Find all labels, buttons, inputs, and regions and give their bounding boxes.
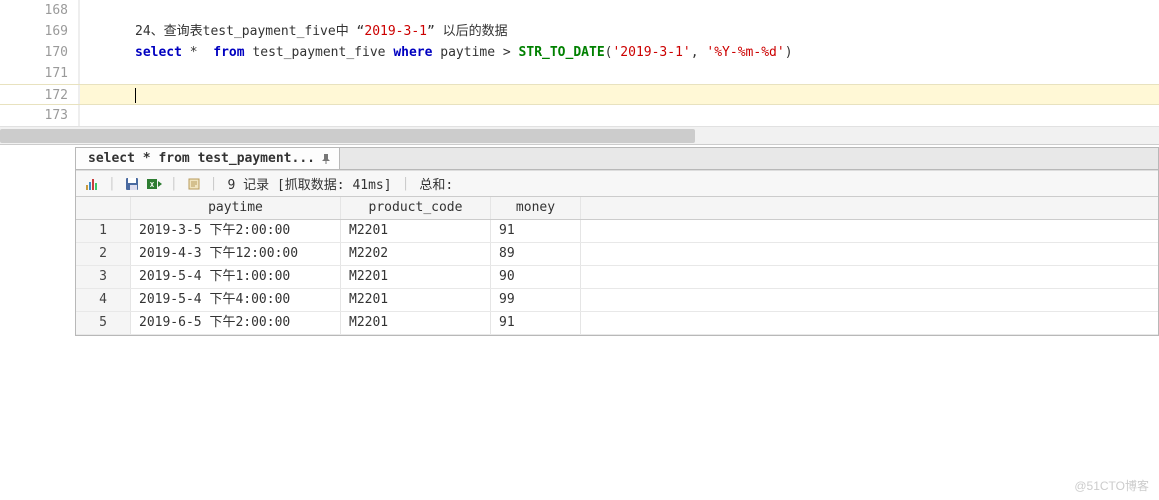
header-money[interactable]: money: [491, 197, 581, 219]
status-text: 9 记录 [抓取数据: 41ms]: [223, 174, 395, 193]
line-number: 170: [0, 42, 80, 63]
code-line-169[interactable]: 169 24、查询表test_payment_five中 “2019-3-1” …: [0, 21, 1159, 42]
cell-product: M2201: [341, 289, 491, 311]
table-row[interactable]: 4 2019-5-4 下午4:00:00 M2201 99: [76, 289, 1158, 312]
tab-label: select * from test_payment...: [88, 151, 315, 166]
code-text: [85, 63, 135, 84]
line-number: 171: [0, 63, 80, 84]
cell-product: M2201: [341, 220, 491, 242]
results-toolbar: | X | | 9 记录 [抓取数据: 41ms] | 总和:: [76, 170, 1158, 197]
cell-rownum: 4: [76, 289, 131, 311]
cell-money: 99: [491, 289, 581, 311]
cell-rownum: 5: [76, 312, 131, 334]
code-text: [85, 105, 135, 126]
cell-rownum: 1: [76, 220, 131, 242]
total-label: 总和:: [415, 174, 457, 193]
cell-paytime: 2019-4-3 下午12:00:00: [131, 243, 341, 265]
code-line-171[interactable]: 171: [0, 63, 1159, 84]
code-line-170[interactable]: 170 select * from test_payment_five wher…: [0, 42, 1159, 63]
table-row[interactable]: 5 2019-6-5 下午2:00:00 M2201 91: [76, 312, 1158, 335]
text-cursor: [135, 88, 136, 103]
code-editor[interactable]: 168 169 24、查询表test_payment_five中 “2019-3…: [0, 0, 1159, 145]
code-line-168[interactable]: 168: [0, 0, 1159, 21]
horizontal-scrollbar[interactable]: [0, 126, 1159, 144]
cell-paytime: 2019-5-4 下午4:00:00: [131, 289, 341, 311]
cell-product: M2201: [341, 266, 491, 288]
results-panel: select * from test_payment... | X | | 9 …: [75, 147, 1159, 336]
cell-money: 90: [491, 266, 581, 288]
results-tab[interactable]: select * from test_payment...: [76, 148, 340, 169]
line-number: 168: [0, 0, 80, 21]
chart-icon[interactable]: [82, 175, 102, 193]
separator: |: [206, 176, 222, 191]
table-row[interactable]: 2 2019-4-3 下午12:00:00 M2202 89: [76, 243, 1158, 266]
cell-money: 91: [491, 220, 581, 242]
export-excel-icon[interactable]: X: [144, 175, 164, 193]
code-text: [85, 0, 135, 21]
code-text: 24、查询表test_payment_five中 “2019-3-1” 以后的数…: [85, 21, 508, 42]
watermark: @51CTO博客: [1074, 477, 1149, 494]
separator: |: [166, 176, 182, 191]
scrollbar-thumb[interactable]: [0, 129, 695, 143]
cell-money: 89: [491, 243, 581, 265]
header-paytime[interactable]: paytime: [131, 197, 341, 219]
cell-rownum: 3: [76, 266, 131, 288]
result-grid[interactable]: paytime product_code money 1 2019-3-5 下午…: [76, 197, 1158, 335]
code-line-172-current[interactable]: 172: [0, 84, 1159, 105]
code-text: select * from test_payment_five where pa…: [85, 42, 793, 63]
table-row[interactable]: 1 2019-3-5 下午2:00:00 M2201 91: [76, 220, 1158, 243]
separator: |: [104, 176, 120, 191]
line-number: 172: [0, 85, 80, 104]
cell-paytime: 2019-5-4 下午1:00:00: [131, 266, 341, 288]
save-icon[interactable]: [122, 175, 142, 193]
pin-icon[interactable]: [321, 154, 331, 164]
cell-money: 91: [491, 312, 581, 334]
line-number: 169: [0, 21, 80, 42]
cell-paytime: 2019-3-5 下午2:00:00: [131, 220, 341, 242]
results-tab-bar: select * from test_payment...: [76, 148, 1158, 170]
separator: |: [398, 176, 414, 191]
cell-product: M2202: [341, 243, 491, 265]
table-row[interactable]: 3 2019-5-4 下午1:00:00 M2201 90: [76, 266, 1158, 289]
code-line-173[interactable]: 173: [0, 105, 1159, 126]
line-number: 173: [0, 105, 80, 126]
header-product[interactable]: product_code: [341, 197, 491, 219]
grid-header-row: paytime product_code money: [76, 197, 1158, 220]
cell-rownum: 2: [76, 243, 131, 265]
cell-product: M2201: [341, 312, 491, 334]
header-rownum[interactable]: [76, 197, 131, 219]
scroll-icon[interactable]: [184, 175, 204, 193]
cell-paytime: 2019-6-5 下午2:00:00: [131, 312, 341, 334]
code-text: [85, 85, 136, 104]
